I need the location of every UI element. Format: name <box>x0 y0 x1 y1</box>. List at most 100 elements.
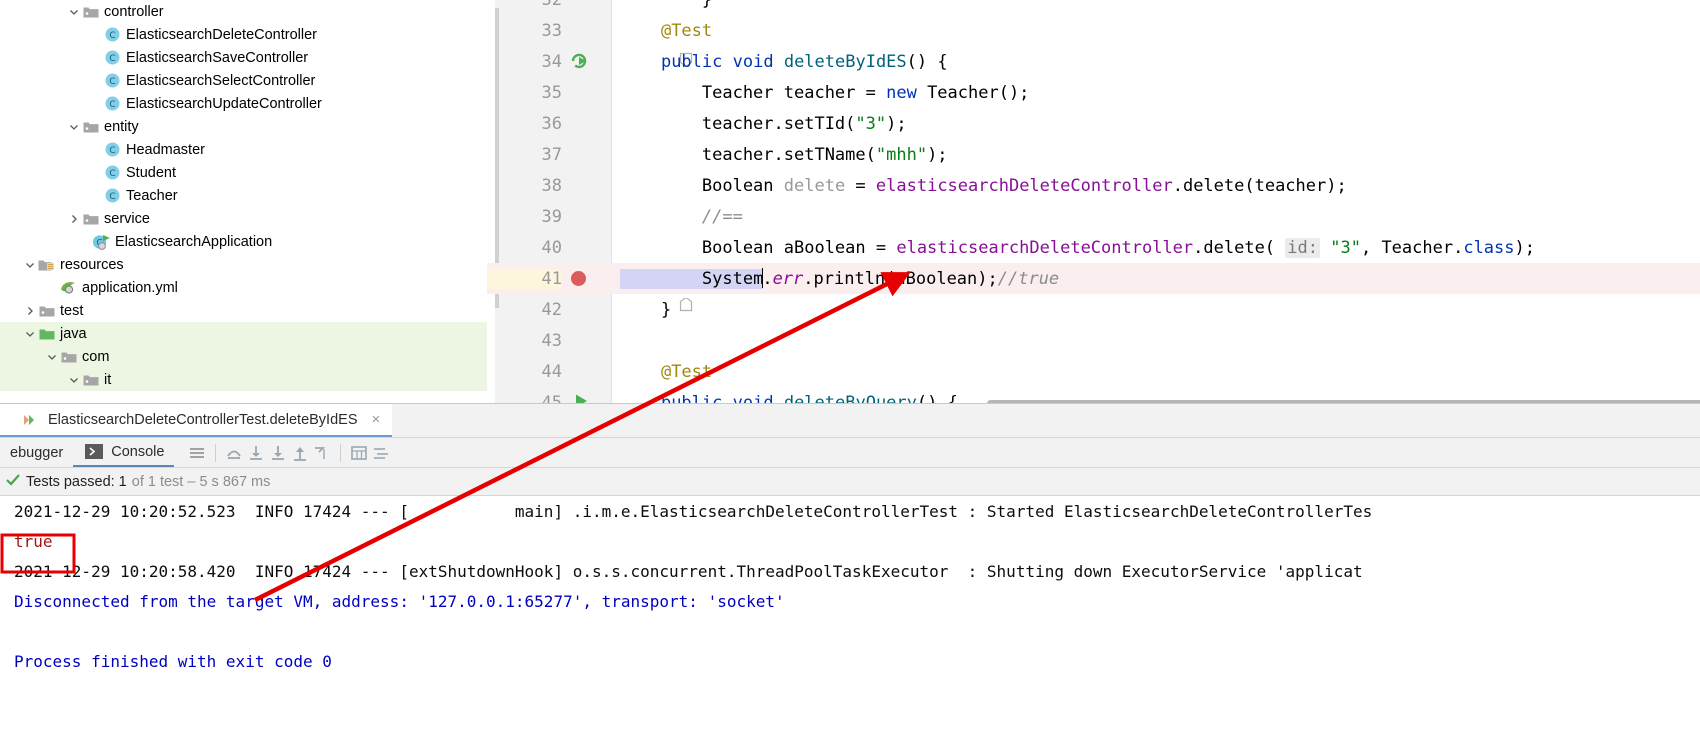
code-text: @Test <box>660 20 713 41</box>
console-line: 2021-12-29 10:20:52.523 INFO 17424 --- [… <box>14 502 1373 521</box>
fold-close-icon[interactable] <box>679 296 693 316</box>
svg-text:C: C <box>109 54 115 64</box>
tree-item-service[interactable]: service <box>0 207 487 230</box>
chevron-down-icon[interactable] <box>22 253 37 276</box>
run-test-rerun-icon[interactable] <box>569 51 589 76</box>
code-line[interactable]: 41 System.err.println(aBoolean);//true <box>487 263 1700 294</box>
tab-debugger-label: ebugger <box>10 444 64 461</box>
tab-console[interactable]: Console <box>73 438 175 467</box>
code-line[interactable]: 32 } <box>487 0 1700 15</box>
spring-yaml-icon <box>59 276 78 299</box>
console-line: Process finished with exit code 0 <box>14 652 332 671</box>
step-over-icon[interactable] <box>223 442 245 464</box>
code-line[interactable]: 40 Boolean aBoolean = elasticsearchDelet… <box>487 232 1700 263</box>
tab-debugger[interactable]: ebugger <box>0 438 73 467</box>
code-line[interactable]: 44 @Test <box>487 356 1700 387</box>
step-into-icon[interactable] <box>245 442 267 464</box>
class-icon: C <box>103 184 122 207</box>
svg-text:C: C <box>109 100 115 110</box>
line-number: 37 <box>541 144 562 165</box>
code-line[interactable]: 34 public void deleteByIdES() { <box>487 46 1700 77</box>
tree-item-label: ElasticsearchApplication <box>115 233 273 250</box>
settings-icon[interactable] <box>370 442 392 464</box>
tests-passed-count: 1 <box>118 473 127 490</box>
tree-item-com[interactable]: com <box>0 345 487 368</box>
tree-item-controller[interactable]: controller <box>0 0 487 23</box>
tree-item-label: ElasticsearchSelectController <box>126 72 316 89</box>
tree-item-label: test <box>60 302 84 319</box>
project-tree[interactable]: controller C ElasticsearchDeleteController… <box>0 0 487 410</box>
tests-passed-detail: of 1 test – 5 s 867 ms <box>131 473 271 490</box>
code-line[interactable]: 42 } <box>487 294 1700 325</box>
line-number: 43 <box>541 330 562 351</box>
code-line[interactable]: 37 teacher.setTName("mhh"); <box>487 139 1700 170</box>
svg-text:C: C <box>109 146 115 156</box>
folder-icon <box>37 299 56 322</box>
tree-item-label: ElasticsearchDeleteController <box>126 26 317 43</box>
folder-icon <box>81 368 100 391</box>
tree-item-application-yml[interactable]: application.yml <box>0 276 487 299</box>
line-number: 44 <box>541 361 562 382</box>
lines-icon[interactable] <box>186 442 208 464</box>
tree-item-elasticsearchsavecontroller[interactable]: C ElasticsearchSaveController <box>0 46 487 69</box>
tree-item-java[interactable]: java <box>0 322 487 345</box>
chevron-right-icon[interactable] <box>22 299 37 322</box>
resource-folder-icon <box>37 253 56 276</box>
tree-item-student[interactable]: C Student <box>0 161 487 184</box>
class-icon: C <box>103 161 122 184</box>
debug-toolbar[interactable]: ebugger Console <box>0 438 1700 468</box>
code-line[interactable]: 33 @Test <box>487 15 1700 46</box>
step-out-icon[interactable] <box>289 442 311 464</box>
tree-item-label: service <box>104 210 150 227</box>
twisty-empty <box>88 184 103 207</box>
run-to-cursor-icon[interactable] <box>311 442 333 464</box>
tests-passed-label: Tests passed: <box>26 473 115 490</box>
code-lines[interactable]: 32 }33 @Test34 public void deleteByIdES(… <box>487 0 1700 410</box>
chevron-down-icon[interactable] <box>22 322 37 345</box>
tree-item-test[interactable]: test <box>0 299 487 322</box>
line-number: 40 <box>541 237 562 258</box>
chevron-down-icon[interactable] <box>44 345 59 368</box>
console-output[interactable]: 2021-12-29 10:20:52.523 INFO 17424 --- [… <box>0 496 1700 739</box>
code-text: public void deleteByIdES() { <box>660 51 948 72</box>
tree-item-it[interactable]: it <box>0 368 487 391</box>
tree-item-label: com <box>82 348 110 365</box>
code-line[interactable]: 39 //== <box>487 201 1700 232</box>
close-icon[interactable]: × <box>365 411 380 428</box>
force-step-into-icon[interactable] <box>267 442 289 464</box>
run-tab-icon <box>18 409 40 431</box>
twisty-empty <box>88 23 103 46</box>
line-number: 41 <box>487 268 562 289</box>
tree-item-label: resources <box>60 256 124 273</box>
code-text: } <box>620 299 672 320</box>
code-line[interactable]: 38 Boolean delete = elasticsearchDeleteC… <box>487 170 1700 201</box>
code-line[interactable]: 36 teacher.setTId("3"); <box>487 108 1700 139</box>
code-line[interactable]: 35 Teacher teacher = new Teacher(); <box>487 77 1700 108</box>
twisty-empty <box>88 46 103 69</box>
code-text: System.err.println(aBoolean);//true <box>620 268 1060 289</box>
run-tab[interactable]: ElasticsearchDeleteControllerTest.delete… <box>0 404 393 437</box>
chevron-down-icon[interactable] <box>66 368 81 391</box>
svg-text:C: C <box>109 192 115 202</box>
breakpoint-icon[interactable] <box>571 271 586 286</box>
tree-item-entity[interactable]: entity <box>0 115 487 138</box>
tree-item-teacher[interactable]: C Teacher <box>0 184 487 207</box>
twisty-empty <box>88 138 103 161</box>
chevron-down-icon[interactable] <box>66 0 81 23</box>
tree-item-elasticsearchapplication[interactable]: CElasticsearchApplication <box>0 230 487 253</box>
tree-item-elasticsearchselectcontroller[interactable]: C ElasticsearchSelectController <box>0 69 487 92</box>
code-line[interactable]: 43 <box>487 325 1700 356</box>
tree-item-elasticsearchupdatecontroller[interactable]: C ElasticsearchUpdateController <box>0 92 487 115</box>
chevron-right-icon[interactable] <box>66 207 81 230</box>
code-text: Boolean aBoolean = elasticsearchDeleteCo… <box>620 237 1535 258</box>
code-editor[interactable]: 32 }33 @Test34 public void deleteByIdES(… <box>487 0 1700 410</box>
tree-item-headmaster[interactable]: C Headmaster <box>0 138 487 161</box>
tree-item-resources[interactable]: resources <box>0 253 487 276</box>
chevron-down-icon[interactable] <box>66 115 81 138</box>
tree-item-elasticsearchdeletecontroller[interactable]: C ElasticsearchDeleteController <box>0 23 487 46</box>
evaluate-icon[interactable] <box>348 442 370 464</box>
